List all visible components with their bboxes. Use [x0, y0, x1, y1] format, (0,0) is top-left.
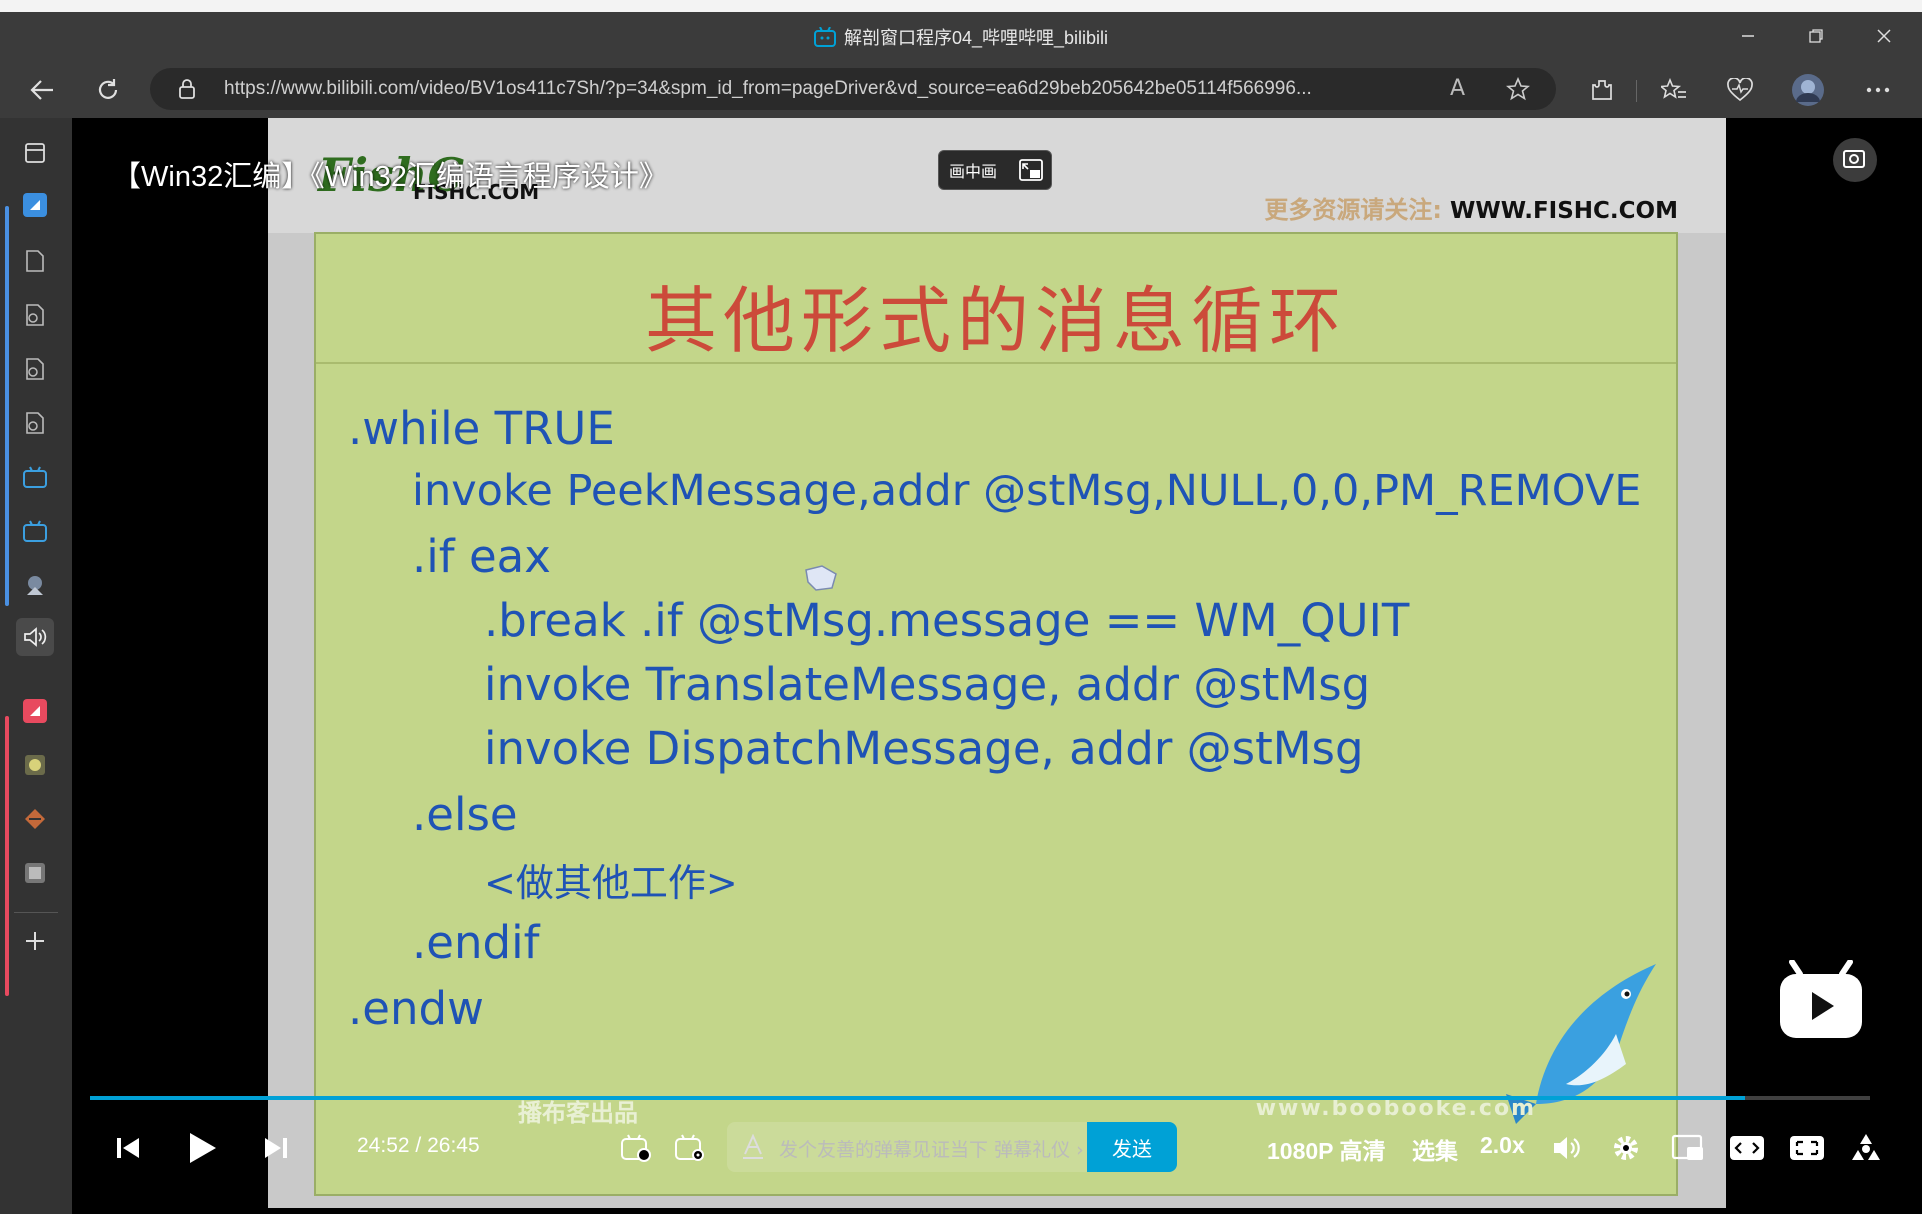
fullscreen-icon[interactable] [1848, 1130, 1884, 1166]
play-button[interactable] [182, 1128, 222, 1168]
code-line: .endw [348, 982, 484, 1035]
code-line: .break .if @stMsg.message == WM_QUIT [484, 594, 1410, 647]
time-display: 24:52 / 26:45 [357, 1134, 480, 1158]
more-menu-icon[interactable] [1860, 72, 1896, 108]
bilibili-tv-icon [813, 26, 836, 52]
code-line: .endif [412, 916, 540, 969]
cursor-hand-icon [802, 560, 842, 598]
active-audio-tab-icon[interactable] [16, 618, 54, 656]
site-favicon-icon[interactable] [16, 800, 54, 838]
read-aloud-icon[interactable]: A [1450, 76, 1465, 101]
danmaku-settings-icon[interactable] [672, 1130, 708, 1166]
page-blocked-tab-icon[interactable] [16, 404, 54, 442]
danmaku-placeholder[interactable]: 发个友善的弹幕见证当下 弹幕礼仪 › [779, 1135, 1084, 1162]
code-line: .while TRUE [348, 402, 615, 455]
video-frame-slide: FishC FISHC.COM 更多资源请关注: WWW.FISHC.COM 其他… [268, 118, 1726, 1208]
time-separator: / [415, 1134, 422, 1157]
playback-speed[interactable]: 2.0x [1480, 1132, 1525, 1159]
send-danmaku-button[interactable]: 发送 [1087, 1122, 1177, 1172]
refresh-button[interactable] [90, 72, 126, 108]
tab-actions-icon[interactable] [16, 134, 54, 172]
previous-button[interactable] [112, 1132, 144, 1164]
site-favicon-icon[interactable] [16, 854, 54, 892]
episodes-button[interactable]: 选集 [1412, 1132, 1458, 1166]
time-total: 26:45 [427, 1134, 480, 1157]
site-favicon-icon[interactable] [16, 746, 54, 784]
danmaku-toggle-icon[interactable] [618, 1130, 654, 1166]
profile-avatar[interactable] [1790, 72, 1826, 108]
window-title: 解剖窗口程序04_哔哩哔哩_bilibili [0, 24, 1922, 52]
page-blocked-tab-icon[interactable] [16, 296, 54, 334]
mini-player-icon[interactable] [1670, 1130, 1706, 1166]
slide-board: 其他形式的消息循环 .while TRUE invoke PeekMessage… [314, 232, 1678, 1196]
video-player[interactable]: FishC FISHC.COM 更多资源请关注: WWW.FISHC.COM 其他… [72, 118, 1922, 1214]
title-bar: 解剖窗口程序04_哔哩哔哩_bilibili [0, 12, 1922, 60]
next-button[interactable] [260, 1132, 292, 1164]
address-row: https://www.bilibili.com/video/BV1os411c… [0, 60, 1922, 118]
new-tab-plus-icon[interactable] [16, 922, 54, 960]
progress-bar[interactable] [90, 1096, 1870, 1100]
pip-icon[interactable] [1019, 159, 1043, 185]
bilibili-tab-icon[interactable] [16, 512, 54, 550]
url-text[interactable]: https://www.bilibili.com/video/BV1os411c… [224, 78, 1312, 100]
bilibili-watermark-icon [1778, 959, 1864, 1044]
code-line: .if eax [412, 530, 551, 583]
tab-group-red-icon[interactable] [16, 692, 54, 730]
toolbar-divider [1636, 80, 1637, 102]
lock-icon[interactable] [178, 78, 196, 104]
settings-gear-icon[interactable] [1608, 1130, 1644, 1166]
more-resources: 更多资源请关注: WWW.FISHC.COM [1264, 190, 1678, 225]
window-top-edge [0, 0, 1922, 12]
back-button[interactable] [24, 72, 60, 108]
danmaku-etiquette-link[interactable]: 弹幕礼仪 › [994, 1139, 1084, 1161]
danmaku-input[interactable]: 发个友善的弹幕见证当下 弹幕礼仪 › [727, 1122, 1087, 1172]
quality-selector[interactable]: 1080P 高清 [1267, 1132, 1385, 1166]
tab-group-rail-blue [5, 206, 9, 606]
code-line: invoke TranslateMessage, addr @stMsg [484, 658, 1371, 711]
pip-label[interactable]: 画中画 [949, 158, 997, 182]
favorite-star-icon[interactable] [1505, 76, 1531, 105]
web-fullscreen-icon[interactable] [1788, 1130, 1826, 1166]
code-line: <做其他工作> [484, 861, 738, 905]
tab-title-text: 解剖窗口程序04_哔哩哔哩_bilibili [843, 28, 1109, 48]
heading-rule [316, 362, 1676, 364]
tab-group-blue-icon[interactable] [16, 186, 54, 224]
player-controls: 24:52 / 26:45 发个友善的弹幕见证当下 弹幕礼仪 › 发送 1080… [72, 1118, 1922, 1178]
more-resources-url: WWW.FISHC.COM [1450, 198, 1678, 224]
vertical-tabs-sidebar [0, 118, 73, 1214]
site-favicon-icon[interactable] [16, 566, 54, 604]
restore-button[interactable] [1796, 22, 1836, 50]
slide-heading: 其他形式的消息循环 [644, 279, 1347, 363]
minimize-button[interactable] [1728, 22, 1768, 50]
bilibili-tab-icon[interactable] [16, 458, 54, 496]
browser-essentials-icon[interactable] [1722, 72, 1758, 108]
code-line: .else [412, 788, 518, 841]
time-current: 24:52 [357, 1134, 410, 1157]
danmaku-style-icon[interactable] [741, 1133, 765, 1164]
widescreen-icon[interactable] [1728, 1130, 1766, 1166]
address-bar[interactable]: https://www.bilibili.com/video/BV1os411c… [150, 68, 1556, 110]
video-title-overlay: 【Win32汇编】《Win32汇编语言程序设计》 [112, 161, 668, 193]
picture-in-picture-button[interactable]: 画中画 [938, 150, 1052, 190]
page-tab-icon[interactable] [16, 242, 54, 280]
more-resources-cn: 更多资源请关注: [1264, 196, 1442, 224]
progress-fill [90, 1096, 1746, 1100]
screenshot-icon[interactable] [1830, 136, 1880, 188]
page-blocked-tab-icon[interactable] [16, 350, 54, 388]
extensions-icon[interactable] [1584, 72, 1620, 108]
code-line: invoke PeekMessage,addr @stMsg,NULL,0,0,… [412, 466, 1642, 516]
sidebar-divider [14, 912, 58, 913]
tab-group-rail-red [5, 716, 9, 996]
favorites-icon[interactable] [1656, 72, 1692, 108]
close-button[interactable] [1864, 22, 1904, 50]
volume-icon[interactable] [1550, 1130, 1586, 1166]
code-line: invoke DispatchMessage, addr @stMsg [484, 722, 1364, 775]
